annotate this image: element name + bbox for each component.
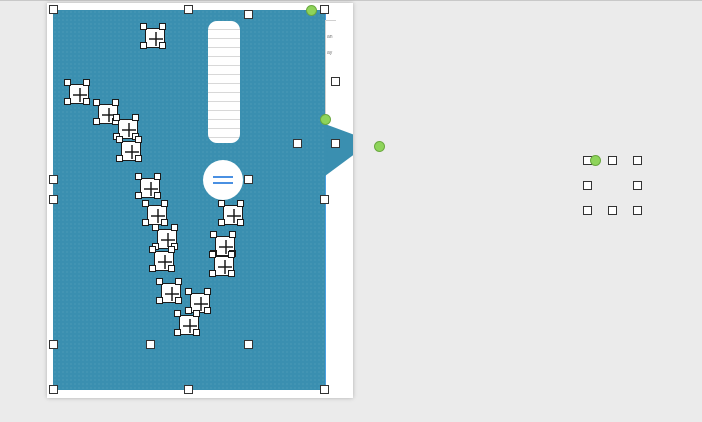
- card-corner-handle[interactable]: [185, 307, 192, 314]
- table-card-icon[interactable]: [156, 278, 182, 304]
- resize-handle[interactable]: [49, 385, 58, 394]
- resize-handle[interactable]: [244, 175, 253, 184]
- table-card-icon[interactable]: [218, 200, 244, 226]
- table-card-icon[interactable]: [142, 200, 168, 226]
- card-corner-handle[interactable]: [204, 288, 211, 295]
- card-corner-handle[interactable]: [149, 246, 156, 253]
- card-corner-handle[interactable]: [228, 270, 235, 277]
- card-corner-handle[interactable]: [64, 98, 71, 105]
- table-card-icon[interactable]: [209, 251, 235, 277]
- table-card-icon[interactable]: [135, 173, 161, 199]
- card-corner-handle[interactable]: [112, 99, 119, 106]
- resize-handle[interactable]: [244, 340, 253, 349]
- card-corner-handle[interactable]: [83, 98, 90, 105]
- card-corner-handle[interactable]: [135, 192, 142, 199]
- resize-handle[interactable]: [320, 385, 329, 394]
- card-corner-handle[interactable]: [175, 297, 182, 304]
- rotate-handle[interactable]: [320, 114, 331, 125]
- card-corner-handle[interactable]: [142, 219, 149, 226]
- card-corner-handle[interactable]: [113, 114, 120, 121]
- side-text-line-1: an: [327, 34, 333, 40]
- resize-handle[interactable]: [633, 181, 642, 190]
- card-corner-handle[interactable]: [159, 42, 166, 49]
- table-card-icon[interactable]: [140, 23, 166, 49]
- resize-handle[interactable]: [184, 385, 193, 394]
- card-corner-handle[interactable]: [93, 118, 100, 125]
- rotate-handle[interactable]: [590, 155, 601, 166]
- resize-handle[interactable]: [608, 156, 617, 165]
- card-corner-handle[interactable]: [132, 114, 139, 121]
- card-corner-handle[interactable]: [161, 219, 168, 226]
- table-card-icon[interactable]: [174, 310, 200, 336]
- card-corner-handle[interactable]: [135, 155, 142, 162]
- card-corner-handle[interactable]: [171, 224, 178, 231]
- resize-handle[interactable]: [583, 206, 592, 215]
- card-corner-handle[interactable]: [209, 270, 216, 277]
- card-corner-handle[interactable]: [135, 136, 142, 143]
- menu-bars-icon: [213, 176, 233, 184]
- resize-handle[interactable]: [49, 340, 58, 349]
- resize-handle[interactable]: [293, 139, 302, 148]
- card-corner-handle[interactable]: [135, 173, 142, 180]
- card-corner-handle[interactable]: [229, 231, 236, 238]
- resize-handle[interactable]: [244, 10, 253, 19]
- card-corner-handle[interactable]: [154, 173, 161, 180]
- resize-handle[interactable]: [331, 77, 340, 86]
- resize-handle[interactable]: [320, 5, 329, 14]
- card-corner-handle[interactable]: [142, 200, 149, 207]
- resize-handle[interactable]: [49, 195, 58, 204]
- card-corner-handle[interactable]: [93, 99, 100, 106]
- card-corner-handle[interactable]: [159, 23, 166, 30]
- card-corner-handle[interactable]: [149, 265, 156, 272]
- card-corner-handle[interactable]: [210, 231, 217, 238]
- card-corner-handle[interactable]: [204, 307, 211, 314]
- card-corner-handle[interactable]: [156, 297, 163, 304]
- resize-handle[interactable]: [320, 195, 329, 204]
- card-corner-handle[interactable]: [237, 200, 244, 207]
- card-corner-handle[interactable]: [154, 192, 161, 199]
- top-divider: [0, 0, 702, 1]
- card-corner-handle[interactable]: [116, 155, 123, 162]
- resize-handle[interactable]: [608, 206, 617, 215]
- menu-circle-button[interactable]: [203, 160, 243, 200]
- resize-handle[interactable]: [583, 181, 592, 190]
- card-corner-handle[interactable]: [168, 246, 175, 253]
- card-corner-handle[interactable]: [140, 42, 147, 49]
- resize-handle[interactable]: [184, 5, 193, 14]
- rotate-handle[interactable]: [306, 5, 317, 16]
- card-corner-handle[interactable]: [116, 136, 123, 143]
- card-corner-handle[interactable]: [185, 288, 192, 295]
- card-corner-handle[interactable]: [174, 310, 181, 317]
- vertical-strip[interactable]: [208, 21, 240, 143]
- resize-handle[interactable]: [331, 139, 340, 148]
- card-corner-handle[interactable]: [228, 251, 235, 258]
- card-corner-handle[interactable]: [140, 23, 147, 30]
- card-corner-handle[interactable]: [152, 224, 159, 231]
- card-corner-handle[interactable]: [218, 200, 225, 207]
- side-text-line-2: ay: [327, 50, 333, 56]
- table-card-icon[interactable]: [149, 246, 175, 272]
- slide-canvas[interactable]: an ay: [0, 0, 702, 422]
- card-corner-handle[interactable]: [237, 219, 244, 226]
- card-corner-handle[interactable]: [218, 219, 225, 226]
- resize-handle[interactable]: [49, 175, 58, 184]
- resize-handle[interactable]: [633, 156, 642, 165]
- card-corner-handle[interactable]: [83, 79, 90, 86]
- card-corner-handle[interactable]: [168, 265, 175, 272]
- table-card-icon[interactable]: [64, 79, 90, 105]
- card-corner-handle[interactable]: [209, 251, 216, 258]
- card-corner-handle[interactable]: [193, 310, 200, 317]
- resize-handle[interactable]: [633, 206, 642, 215]
- card-corner-handle[interactable]: [156, 278, 163, 285]
- card-corner-handle[interactable]: [174, 329, 181, 336]
- card-corner-handle[interactable]: [193, 329, 200, 336]
- resize-handle[interactable]: [146, 340, 155, 349]
- card-corner-handle[interactable]: [161, 200, 168, 207]
- card-corner-handle[interactable]: [64, 79, 71, 86]
- resize-handle[interactable]: [49, 5, 58, 14]
- rotate-handle[interactable]: [374, 141, 385, 152]
- table-card-icon[interactable]: [116, 136, 142, 162]
- card-corner-handle[interactable]: [175, 278, 182, 285]
